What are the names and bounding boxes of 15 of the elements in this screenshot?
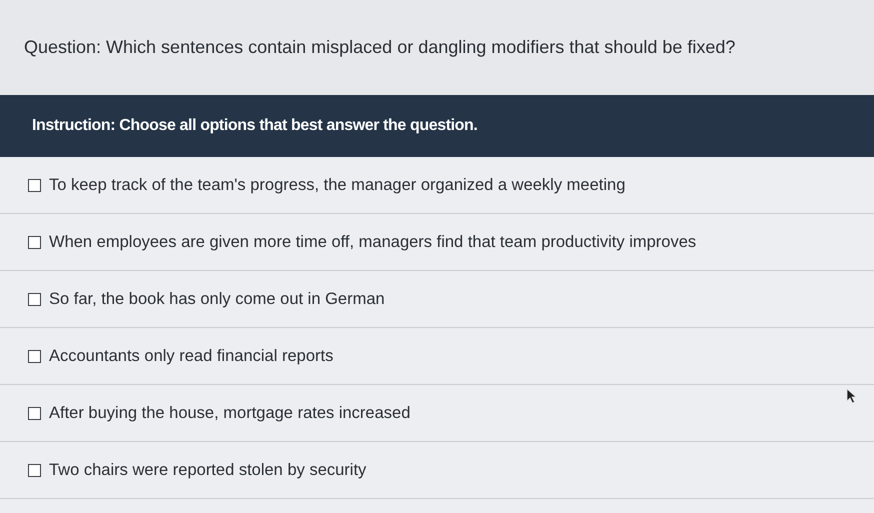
instruction-text: Instruction: Choose all options that best answer the question.: [32, 117, 478, 135]
answer-option[interactable]: When employees are given more time off, managers find that team productivity improves: [28, 232, 696, 252]
question-text: Question: Which sentences contain misplaced or dangling modifiers that should be fixed?: [24, 37, 736, 58]
answer-option[interactable]: To keep track of the team's progress, the manager organized a weekly meeting: [28, 176, 626, 194]
pointer-icon: [846, 388, 858, 404]
answer-option[interactable]: Two chairs were reported stolen by security: [28, 460, 366, 480]
checkbox[interactable]: [28, 464, 41, 476]
checkbox[interactable]: [28, 178, 41, 192]
answer-option[interactable]: Accountants only read financial reports: [28, 346, 334, 366]
answer-option[interactable]: After buying the house, mortgage rates increased: [28, 404, 410, 422]
checkbox[interactable]: [28, 406, 41, 420]
checkbox[interactable]: [28, 350, 41, 362]
answer-option[interactable]: So far, the book has only come out in German: [28, 290, 385, 308]
checkbox[interactable]: [28, 292, 41, 306]
checkbox[interactable]: [28, 236, 41, 248]
